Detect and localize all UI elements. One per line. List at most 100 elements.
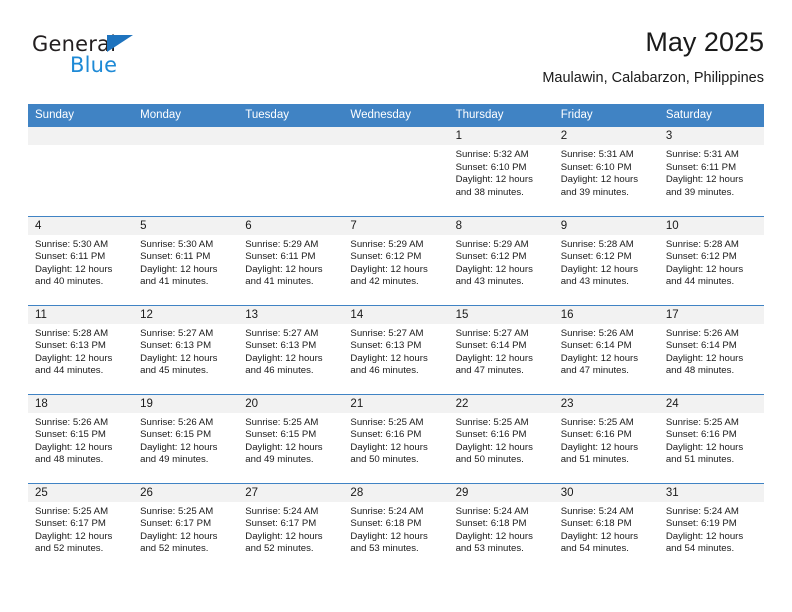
day-number (133, 127, 239, 145)
daylight-duration-line2: and 43 minutes. (455, 276, 524, 288)
daylight-duration-line2: and 48 minutes. (665, 365, 735, 377)
sunrise-time: Sunrise: 5:27 AM (245, 327, 319, 339)
day-cell[interactable]: 29 Sunrise: 5:24 AM Sunset: 6:18 PM Dayligh… (448, 482, 554, 572)
day-cell[interactable]: 18 Sunrise: 5:26 AM Sunset: 6:15 PM Dayligh… (28, 393, 134, 483)
daylight-duration-line2: and 39 minutes. (665, 186, 735, 198)
day-cell[interactable]: 13 Sunrise: 5:27 AM Sunset: 6:13 PM Dayligh… (238, 304, 344, 394)
day-cell[interactable]: 17 Sunrise: 5:26 AM Sunset: 6:14 PM Dayligh… (658, 304, 764, 394)
daylight-duration-line1: Daylight: 12 hours (560, 352, 639, 364)
day-number: 20 (238, 394, 344, 413)
day-number: 15 (448, 305, 554, 324)
day-cell[interactable]: 22 Sunrise: 5:25 AM Sunset: 6:16 PM Dayligh… (448, 393, 554, 483)
daylight-duration-line1: Daylight: 12 hours (350, 530, 428, 542)
day-details: Sunrise: 5:26 AM Sunset: 6:15 PM Daylight:… (28, 413, 133, 467)
sunset-time: Sunset: 6:15 PM (245, 429, 317, 441)
day-number: 16 (553, 305, 659, 324)
sunrise-time: Sunrise: 5:25 AM (665, 416, 739, 428)
sunset-time: Sunset: 6:10 PM (455, 161, 527, 173)
daylight-duration-line2: and 53 minutes. (455, 543, 524, 555)
daylight-duration-line1: Daylight: 12 hours (455, 352, 533, 364)
day-cell[interactable]: 20 Sunrise: 5:25 AM Sunset: 6:15 PM Dayligh… (238, 393, 344, 483)
day-cell[interactable]: 25 Sunrise: 5:25 AM Sunset: 6:17 PM Dayligh… (28, 482, 134, 572)
day-cell[interactable]: 12 Sunrise: 5:27 AM Sunset: 6:13 PM Dayligh… (133, 304, 239, 394)
day-details: Sunrise: 5:25 AM Sunset: 6:15 PM Daylight:… (238, 413, 343, 467)
day-number: 23 (553, 394, 659, 413)
day-details: Sunrise: 5:26 AM Sunset: 6:14 PM Daylight:… (659, 324, 764, 378)
day-number: 11 (28, 305, 134, 324)
day-cell[interactable]: 3 Sunrise: 5:31 AM Sunset: 6:11 PM Daylight… (658, 127, 764, 216)
day-cell[interactable]: 24 Sunrise: 5:25 AM Sunset: 6:16 PM Dayligh… (658, 393, 764, 483)
day-cell[interactable]: 19 Sunrise: 5:26 AM Sunset: 6:15 PM Dayligh… (133, 393, 239, 483)
day-cell[interactable]: 27 Sunrise: 5:24 AM Sunset: 6:17 PM Dayligh… (238, 482, 344, 572)
title-block: May 2025 Maulawin, Calabarzon, Philippin… (542, 26, 764, 88)
sunrise-time: Sunrise: 5:29 AM (455, 238, 529, 250)
day-number: 18 (28, 394, 134, 413)
daylight-duration-line1: Daylight: 12 hours (35, 263, 113, 275)
calendar-week-row: 11 Sunrise: 5:28 AM Sunset: 6:13 PM Dayligh… (28, 304, 764, 394)
sunset-time: Sunset: 6:12 PM (455, 251, 527, 263)
daylight-duration-line2: and 53 minutes. (350, 543, 419, 555)
calendar-week-row: 1 Sunrise: 5:32 AM Sunset: 6:10 PM Daylight… (28, 127, 764, 216)
day-cell[interactable]: 8 Sunrise: 5:29 AM Sunset: 6:12 PM Daylight… (448, 215, 554, 305)
page-subtitle: Maulawin, Calabarzon, Philippines (542, 70, 764, 86)
day-details: Sunrise: 5:29 AM Sunset: 6:11 PM Daylight:… (238, 235, 343, 289)
daylight-duration-line2: and 41 minutes. (140, 276, 209, 288)
day-details: Sunrise: 5:32 AM Sunset: 6:10 PM Daylight:… (449, 145, 554, 199)
day-cell[interactable]: 16 Sunrise: 5:26 AM Sunset: 6:14 PM Dayligh… (553, 304, 659, 394)
daylight-duration-line1: Daylight: 12 hours (35, 441, 113, 453)
day-details: Sunrise: 5:25 AM Sunset: 6:17 PM Daylight:… (133, 502, 238, 556)
sunrise-time: Sunrise: 5:24 AM (665, 505, 739, 517)
sunrise-time: Sunrise: 5:25 AM (350, 416, 424, 428)
day-number: 24 (658, 394, 764, 413)
day-cell[interactable]: 7 Sunrise: 5:29 AM Sunset: 6:12 PM Daylight… (343, 215, 449, 305)
sunrise-time: Sunrise: 5:25 AM (245, 416, 319, 428)
calendar-page: General Blue May 2025 Maulawin, Calabarz… (0, 0, 792, 612)
sunset-time: Sunset: 6:12 PM (350, 251, 422, 263)
daylight-duration-line1: Daylight: 12 hours (560, 263, 639, 275)
sunrise-time: Sunrise: 5:24 AM (560, 505, 634, 517)
sunset-time: Sunset: 6:16 PM (350, 429, 422, 441)
day-number: 1 (448, 127, 554, 145)
day-cell[interactable]: 5 Sunrise: 5:30 AM Sunset: 6:11 PM Daylight… (133, 215, 239, 305)
daylight-duration-line2: and 47 minutes. (560, 365, 629, 377)
calendar-week-row: 18 Sunrise: 5:26 AM Sunset: 6:15 PM Dayligh… (28, 393, 764, 483)
day-cell[interactable]: 9 Sunrise: 5:28 AM Sunset: 6:12 PM Daylight… (553, 215, 659, 305)
day-number: 19 (133, 394, 239, 413)
day-cell[interactable]: 1 Sunrise: 5:32 AM Sunset: 6:10 PM Daylight… (448, 127, 554, 216)
day-cell[interactable]: 2 Sunrise: 5:31 AM Sunset: 6:10 PM Daylight… (553, 127, 659, 216)
day-number: 30 (553, 483, 659, 502)
sunrise-time: Sunrise: 5:29 AM (350, 238, 424, 250)
sunrise-time: Sunrise: 5:30 AM (35, 238, 109, 250)
day-cell[interactable]: 28 Sunrise: 5:24 AM Sunset: 6:18 PM Dayligh… (343, 482, 449, 572)
day-cell[interactable]: 31 Sunrise: 5:24 AM Sunset: 6:19 PM Dayligh… (658, 482, 764, 572)
sunset-time: Sunset: 6:15 PM (140, 429, 212, 441)
calendar-week-row: 4 Sunrise: 5:30 AM Sunset: 6:11 PM Daylight… (28, 215, 764, 305)
day-cell[interactable]: 10 Sunrise: 5:28 AM Sunset: 6:12 PM Dayligh… (658, 215, 764, 305)
daylight-duration-line2: and 54 minutes. (665, 543, 735, 555)
daylight-duration-line2: and 51 minutes. (560, 454, 629, 466)
daylight-duration-line1: Daylight: 12 hours (245, 352, 323, 364)
daylight-duration-line1: Daylight: 12 hours (455, 530, 533, 542)
day-cell[interactable]: 15 Sunrise: 5:27 AM Sunset: 6:14 PM Dayligh… (448, 304, 554, 394)
day-details: Sunrise: 5:24 AM Sunset: 6:19 PM Daylight:… (659, 502, 764, 556)
sunset-time: Sunset: 6:16 PM (665, 429, 737, 441)
sunrise-time: Sunrise: 5:26 AM (665, 327, 739, 339)
daylight-duration-line2: and 46 minutes. (350, 365, 419, 377)
day-cell[interactable]: 6 Sunrise: 5:29 AM Sunset: 6:11 PM Daylight… (238, 215, 344, 305)
day-cell[interactable]: 11 Sunrise: 5:28 AM Sunset: 6:13 PM Dayligh… (28, 304, 134, 394)
day-cell[interactable]: 26 Sunrise: 5:25 AM Sunset: 6:17 PM Dayligh… (133, 482, 239, 572)
day-cell[interactable]: 21 Sunrise: 5:25 AM Sunset: 6:16 PM Dayligh… (343, 393, 449, 483)
day-number: 17 (658, 305, 764, 324)
day-cell[interactable]: 30 Sunrise: 5:24 AM Sunset: 6:18 PM Dayligh… (553, 482, 659, 572)
sunset-time: Sunset: 6:17 PM (245, 518, 317, 530)
sunset-time: Sunset: 6:11 PM (665, 161, 737, 173)
sunset-time: Sunset: 6:17 PM (35, 518, 106, 530)
day-cell[interactable]: 14 Sunrise: 5:27 AM Sunset: 6:13 PM Dayligh… (343, 304, 449, 394)
day-cell[interactable]: 23 Sunrise: 5:25 AM Sunset: 6:16 PM Dayligh… (553, 393, 659, 483)
weekday-header-saturday: Saturday (658, 104, 764, 127)
day-number: 10 (658, 216, 764, 235)
day-details: Sunrise: 5:24 AM Sunset: 6:18 PM Daylight:… (343, 502, 448, 556)
day-cell[interactable]: 4 Sunrise: 5:30 AM Sunset: 6:11 PM Daylight… (28, 215, 134, 305)
daylight-duration-line2: and 52 minutes. (245, 543, 314, 555)
day-details: Sunrise: 5:24 AM Sunset: 6:18 PM Daylight:… (554, 502, 659, 556)
